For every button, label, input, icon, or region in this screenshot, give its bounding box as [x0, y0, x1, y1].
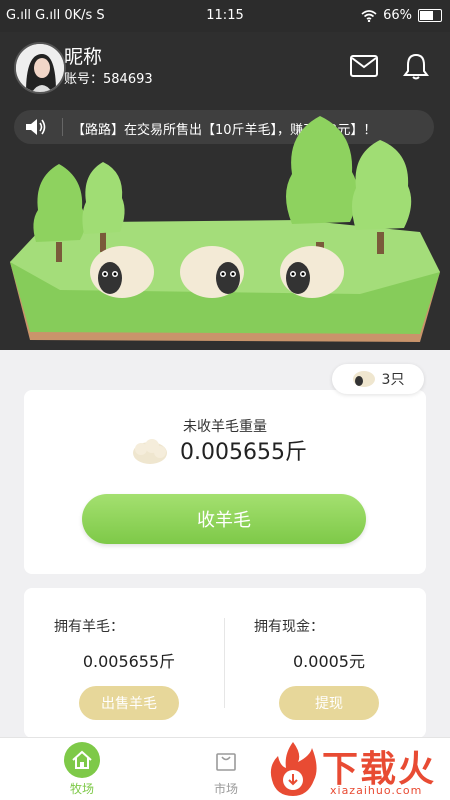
flame-logo-icon [270, 742, 317, 796]
wool-assets: 拥有羊毛： 0.005655斤 出售羊毛 [34, 616, 224, 720]
wool-icon [133, 439, 167, 464]
nav-item-market[interactable]: 市场 [196, 742, 256, 797]
sheep-2[interactable] [180, 246, 244, 298]
sheep-count: 3只 [381, 372, 405, 388]
home-icon [64, 742, 100, 778]
nav-label-market: 市场 [213, 782, 238, 796]
bottom-nav: 牧场 市场 下载火 xiazaihuo.com [0, 737, 450, 800]
owned-cash-label: 拥有现金： [254, 619, 324, 635]
watermark: 下载火 xiazaihuo.com [264, 738, 450, 800]
pasture-scene[interactable] [0, 112, 450, 352]
sheep-count-badge: 3只 [332, 364, 424, 394]
sheep-icon [352, 371, 375, 387]
assets-card: 拥有羊毛： 0.005655斤 出售羊毛 拥有现金： 0.0005元 提现 [24, 588, 426, 738]
mail-icon[interactable] [348, 50, 380, 82]
battery-percent: 66% [383, 8, 412, 23]
withdraw-button[interactable]: 提现 [279, 686, 379, 720]
owned-wool-value: 0.005655斤 [82, 652, 176, 671]
sell-wool-button[interactable]: 出售羊毛 [79, 686, 179, 720]
wifi-icon [361, 9, 377, 22]
avatar-image [16, 44, 64, 92]
uncollected-wool-value: 0.005655斤 [180, 440, 307, 465]
bell-icon[interactable] [400, 50, 432, 82]
account-id: 账号：584693 [64, 72, 153, 87]
sheep-1[interactable] [90, 246, 154, 298]
cash-assets: 拥有现金： 0.0005元 提现 [234, 616, 424, 720]
avatar[interactable] [14, 42, 66, 94]
battery-icon [418, 9, 442, 22]
nav-item-pasture[interactable]: 牧场 [52, 742, 112, 797]
nickname: 昵称 [64, 46, 103, 68]
shopping-bag-icon [208, 742, 244, 778]
owned-cash-value: 0.0005元 [293, 652, 365, 671]
status-bar: G.ıll G.ıll 0K/s S 11:15 66% [0, 0, 450, 32]
nav-label-pasture: 牧场 [69, 782, 94, 796]
wool-collect-card: 未收羊毛重量 0.005655斤 收羊毛 [24, 390, 426, 574]
watermark-url: xiazaihuo.com [330, 784, 423, 797]
collect-wool-button[interactable]: 收羊毛 [82, 494, 366, 544]
sheep-3[interactable] [280, 246, 344, 298]
owned-wool-label: 拥有羊毛： [54, 619, 124, 635]
uncollected-wool-label: 未收羊毛重量 [183, 419, 267, 435]
